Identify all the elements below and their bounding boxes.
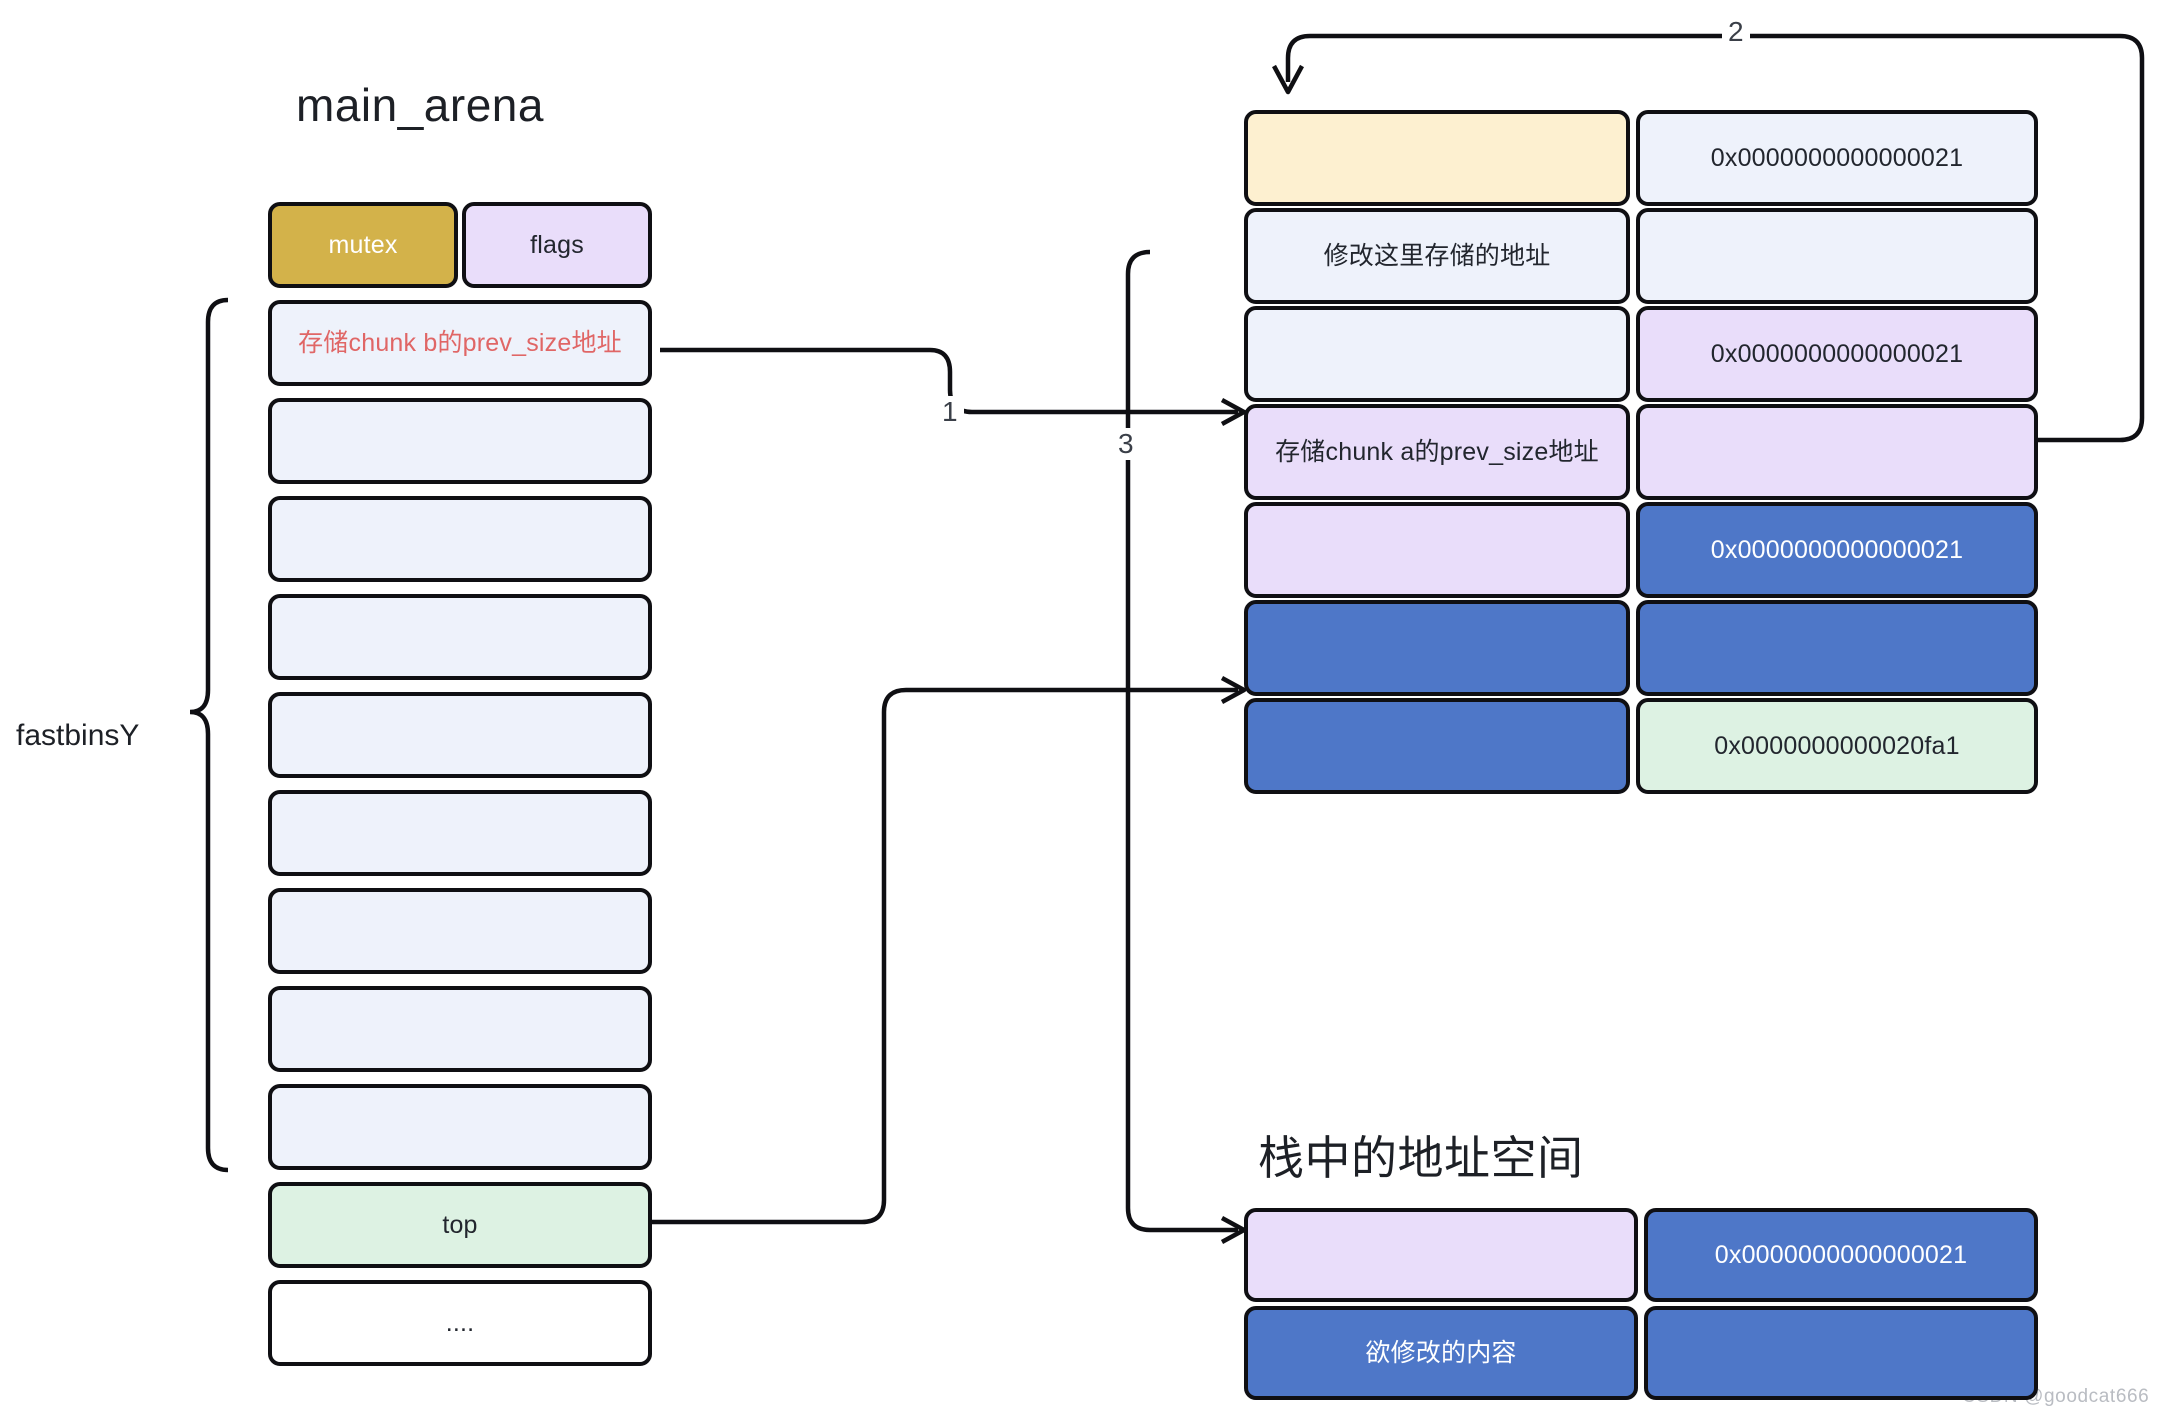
connector-1-arrowhead xyxy=(1220,398,1247,426)
connector-2-arrowhead xyxy=(1272,64,1304,95)
heap-row-3-left[interactable]: 存储chunk a的prev_size地址 xyxy=(1244,404,1630,500)
cell-label: 欲修改的内容 xyxy=(1365,1339,1517,1367)
cell-label: 存储chunk a的prev_size地址 xyxy=(1275,438,1599,466)
stack-region-title: 栈中的地址空间 xyxy=(1258,1132,1584,1184)
main-arena-ellipsis-cell[interactable]: .... xyxy=(268,1280,652,1366)
connector-3b-path xyxy=(1125,249,1238,1233)
heap-row-4-left[interactable] xyxy=(1244,502,1630,598)
stack-row-1-right[interactable] xyxy=(1644,1306,2038,1400)
heap-row-5-right[interactable] xyxy=(1636,600,2038,696)
main-arena-row-2[interactable] xyxy=(268,496,652,582)
heap-row-2-left[interactable] xyxy=(1244,306,1630,402)
main-arena-top-cell[interactable]: top xyxy=(268,1182,652,1268)
stack-row-1-left[interactable]: 欲修改的内容 xyxy=(1244,1306,1638,1400)
top-label: top xyxy=(442,1211,478,1239)
heap-row-1-left[interactable]: 修改这里存储的地址 xyxy=(1244,208,1630,304)
heap-row-5-left[interactable] xyxy=(1244,600,1630,696)
heap-row-0-right[interactable]: 0x0000000000000021 xyxy=(1636,110,2038,206)
cell-label: 0x0000000000000021 xyxy=(1710,144,1964,172)
fastbins-brace xyxy=(189,297,229,1173)
ellipsis-label: .... xyxy=(445,1309,475,1337)
heap-row-6-left[interactable] xyxy=(1244,698,1630,794)
main-arena-title: main_arena xyxy=(296,79,544,131)
main-arena-flags-cell[interactable]: flags xyxy=(462,202,652,288)
flags-label: flags xyxy=(530,231,584,259)
main-arena-row-3[interactable] xyxy=(268,594,652,680)
cell-label: 0x0000000000020fa1 xyxy=(1714,732,1960,760)
main-arena-mutex-cell[interactable]: mutex xyxy=(268,202,458,288)
main-arena-row-4[interactable] xyxy=(268,692,652,778)
arrow-label-2: 2 xyxy=(1722,16,1750,48)
heap-row-1-right[interactable] xyxy=(1636,208,2038,304)
mutex-label: mutex xyxy=(328,231,398,259)
fastbins-label: fastbinsY xyxy=(16,719,140,752)
stack-row-0-right[interactable]: 0x0000000000000021 xyxy=(1644,1208,2038,1302)
diagram-canvas: main_arena fastbinsY mutex flags 存储chunk… xyxy=(0,0,2166,1420)
cell-label: 0x0000000000000021 xyxy=(1710,340,1964,368)
arrow-label-1: 1 xyxy=(936,396,964,428)
main-arena-row-5[interactable] xyxy=(268,790,652,876)
main-arena-row-0[interactable]: 存储chunk b的prev_size地址 xyxy=(268,300,652,386)
connector-3b-arrowhead xyxy=(1220,1216,1247,1244)
stack-row-0-left[interactable] xyxy=(1244,1208,1638,1302)
cell-label: 修改这里存储的地址 xyxy=(1323,242,1551,270)
connector-3a-arrowhead xyxy=(1220,676,1247,704)
main-arena-row-1[interactable] xyxy=(268,398,652,484)
main-arena-row-8[interactable] xyxy=(268,1084,652,1170)
heap-row-0-left[interactable] xyxy=(1244,110,1630,206)
cell-label: 0x0000000000000021 xyxy=(1714,1241,1968,1269)
main-arena-row-6[interactable] xyxy=(268,888,652,974)
cell-label: 0x0000000000000021 xyxy=(1710,536,1964,564)
connector-3a-path xyxy=(560,687,1238,1225)
heap-row-6-right[interactable]: 0x0000000000020fa1 xyxy=(1636,698,2038,794)
arrow-label-3: 3 xyxy=(1112,428,1140,460)
heap-row-4-right[interactable]: 0x0000000000000021 xyxy=(1636,502,2038,598)
main-arena-row-7[interactable] xyxy=(268,986,652,1072)
heap-row-3-right[interactable] xyxy=(1636,404,2038,500)
row-label: 存储chunk b的prev_size地址 xyxy=(298,329,622,357)
heap-row-2-right[interactable]: 0x0000000000000021 xyxy=(1636,306,2038,402)
